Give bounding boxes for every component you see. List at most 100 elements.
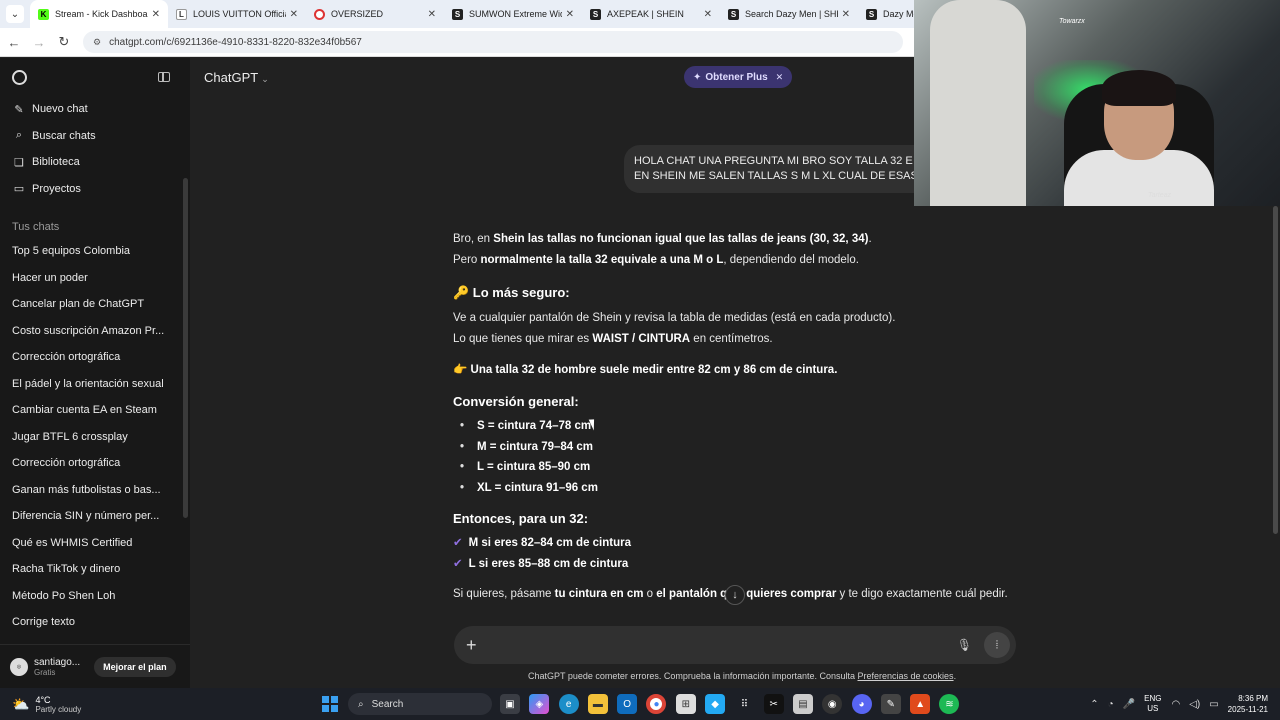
model-selector[interactable]: ChatGPT ⌄ xyxy=(204,70,269,85)
outlook-icon[interactable]: O xyxy=(617,694,638,714)
url-text: chatgpt.com/c/6921136e-4910-8331-8220-83… xyxy=(109,36,362,48)
browser-tab[interactable]: L LOUIS VUITTON Official ✕ xyxy=(168,0,306,28)
file-explorer-icon[interactable]: ▬ xyxy=(587,694,608,714)
browser-tab[interactable]: S Search Dazy Men | SHEIN ✕ xyxy=(720,0,858,28)
search-icon: ⌕ xyxy=(15,129,23,142)
chat-scrollbar[interactable] xyxy=(1273,206,1278,534)
clock-date: 2025-11-21 xyxy=(1227,705,1268,714)
discord-icon[interactable]: ◕ xyxy=(851,694,872,714)
chrome-icon[interactable]: ● xyxy=(646,694,667,714)
message-composer[interactable]: + 🎙 ⦙ xyxy=(454,626,1016,664)
wifi-icon[interactable]: ◠ xyxy=(1171,699,1180,710)
sidebar-toggle-icon[interactable] xyxy=(158,72,170,82)
background-person xyxy=(930,0,1026,206)
microphone-icon[interactable]: 🎙 xyxy=(957,638,972,652)
close-tab-icon[interactable]: ✕ xyxy=(566,9,574,20)
notepad-icon[interactable]: ▤ xyxy=(792,694,813,714)
reply-paragraph: Pero normalmente la talla 32 equivale a … xyxy=(453,254,859,266)
site-info-icon[interactable]: ⚙ xyxy=(93,37,101,48)
word-pad-icon[interactable]: ✎ xyxy=(880,694,901,714)
sidebar-scrollbar[interactable] xyxy=(183,178,188,518)
chat-history-item[interactable]: Costo suscripción Amazon Pr... xyxy=(0,318,180,345)
sidebar-item-library[interactable]: ❏ Biblioteca xyxy=(0,149,190,176)
sidebar-item-new-chat[interactable]: ✎ Nuevo chat xyxy=(0,96,190,123)
edge-icon[interactable]: e xyxy=(558,694,579,714)
streaming-app-icon[interactable]: ▲ xyxy=(910,694,931,714)
get-plus-button[interactable]: ✦ Obtener Plus ✕ xyxy=(684,66,793,88)
volume-icon[interactable]: ◁) xyxy=(1189,699,1200,710)
chat-history-item[interactable]: Cambiar cuenta EA en Steam xyxy=(0,397,180,424)
upgrade-plan-button[interactable]: Mejorar el plan xyxy=(94,656,176,677)
taskbar-search[interactable]: ⌕ Search xyxy=(348,693,492,715)
chat-history-item[interactable]: El pádel y la orientación sexual xyxy=(0,371,180,398)
task-view-icon[interactable]: ▣ xyxy=(500,694,520,714)
browser-tab[interactable]: K Stream - Kick Dashboard ✕ xyxy=(30,0,168,28)
avatar[interactable]: ◎ xyxy=(10,657,28,676)
search-label: Search xyxy=(371,698,404,710)
folder-icon: ▭ xyxy=(13,183,25,196)
chat-history-item[interactable]: Racha TikTok y dinero xyxy=(0,556,180,583)
chat-history-item[interactable]: Método Po Shen Loh xyxy=(0,583,180,610)
reply-paragraph: 👉 Una talla 32 de hombre suele medir ent… xyxy=(453,364,838,376)
weather-widget[interactable]: ⛅ 4°C Partly cloudy xyxy=(0,695,81,714)
back-arrow-icon[interactable]: ← xyxy=(3,35,25,50)
browser-tab[interactable]: S SUMWON Extreme Wide ✕ xyxy=(444,0,582,28)
browser-tab[interactable]: S AXEPEAK | SHEIN ✕ xyxy=(582,0,720,28)
lang-code: ENG xyxy=(1144,694,1162,703)
shein-icon: S xyxy=(590,8,601,20)
check-icon: ✔ xyxy=(453,537,463,549)
library-icon: ❏ xyxy=(14,156,24,169)
obs-icon[interactable]: ◉ xyxy=(822,694,843,714)
voice-mode-button[interactable]: ⦙ xyxy=(984,632,1010,658)
chat-history-item[interactable]: Corrige texto xyxy=(0,609,180,636)
language-indicator[interactable]: ENG US xyxy=(1144,694,1161,714)
apps-grid-icon[interactable]: ⠿ xyxy=(734,694,754,714)
chat-history-item[interactable]: Diferencia SIN y número per... xyxy=(0,503,180,530)
openai-logo-icon[interactable] xyxy=(12,69,27,85)
sidebar-item-projects[interactable]: ▭ Proyectos xyxy=(0,176,190,203)
chat-history-item[interactable]: Corrección ortográfica xyxy=(0,344,180,371)
close-tab-icon[interactable]: ✕ xyxy=(152,9,160,20)
forward-arrow-icon[interactable]: → xyxy=(28,35,50,50)
check-item: ✔ M si eres 82–84 cm de cintura xyxy=(453,537,632,549)
url-field[interactable]: ⚙ chatgpt.com/c/6921136e-4910-8331-8220-… xyxy=(83,31,903,53)
edit-icon: ✎ xyxy=(14,103,24,116)
mic-icon[interactable]: 🎤 xyxy=(1123,699,1135,710)
chat-history-item[interactable]: Cancelar plan de ChatGPT xyxy=(0,291,180,318)
vscode-icon[interactable]: ◆ xyxy=(705,694,726,714)
add-attachment-icon[interactable]: + xyxy=(466,635,477,656)
close-icon[interactable]: ✕ xyxy=(776,72,784,83)
browser-tab[interactable]: OVERSIZED ✕ xyxy=(306,0,444,28)
reload-icon[interactable]: ↻ xyxy=(53,34,75,50)
capcut-icon[interactable]: ✂ xyxy=(763,694,784,714)
chat-history-item[interactable]: Top 5 equipos Colombia xyxy=(0,238,180,265)
cookie-preferences-link[interactable]: Preferencias de cookies xyxy=(858,671,954,681)
check-icon: ✔ xyxy=(453,557,463,570)
start-button[interactable] xyxy=(322,696,338,712)
tab-title: Search Dazy Men | SHEIN xyxy=(745,9,838,19)
user-account[interactable]: ◎ santiago... Gratis Mejorar el plan xyxy=(0,644,190,688)
reply-paragraph: Si quieres, pásame tu cintura en cm o el… xyxy=(453,588,1008,600)
sidebar-item-search-chats[interactable]: ⌕ Buscar chats xyxy=(0,123,190,150)
copilot-icon[interactable]: ◈ xyxy=(529,694,550,714)
chevron-up-icon[interactable]: ⌃ xyxy=(1090,699,1098,710)
disclaimer: ChatGPT puede cometer errores. Comprueba… xyxy=(528,671,957,681)
close-tab-icon[interactable]: ✕ xyxy=(428,9,436,20)
battery-icon[interactable]: ▭ xyxy=(1209,699,1218,710)
sidebar-header xyxy=(0,58,190,96)
reply-paragraph: Ve a cualquier pantalón de Shein y revis… xyxy=(453,312,896,324)
scroll-down-button[interactable]: ↓ xyxy=(725,585,745,605)
chat-history-item[interactable]: Ganan más futbolistas o bas... xyxy=(0,477,180,504)
network-app-icon[interactable]: ◔ xyxy=(1108,699,1114,710)
close-tab-icon[interactable]: ✕ xyxy=(290,9,298,20)
chat-history-item[interactable]: Jugar BTFL 6 crossplay xyxy=(0,424,180,451)
chat-history-item[interactable]: Qué es WHMIS Certified xyxy=(0,530,180,557)
tab-search-dropdown[interactable]: ⌄ xyxy=(6,5,24,23)
close-tab-icon[interactable]: ✕ xyxy=(842,9,850,20)
chat-history-item[interactable]: Corrección ortográfica xyxy=(0,450,180,477)
chat-history-item[interactable]: Hacer un poder xyxy=(0,265,180,292)
store-icon[interactable]: ⊞ xyxy=(675,694,696,714)
spotify-icon[interactable]: ≋ xyxy=(939,694,960,714)
clock[interactable]: 8:36 PM 2025-11-21 xyxy=(1228,693,1268,715)
close-tab-icon[interactable]: ✕ xyxy=(704,9,712,20)
